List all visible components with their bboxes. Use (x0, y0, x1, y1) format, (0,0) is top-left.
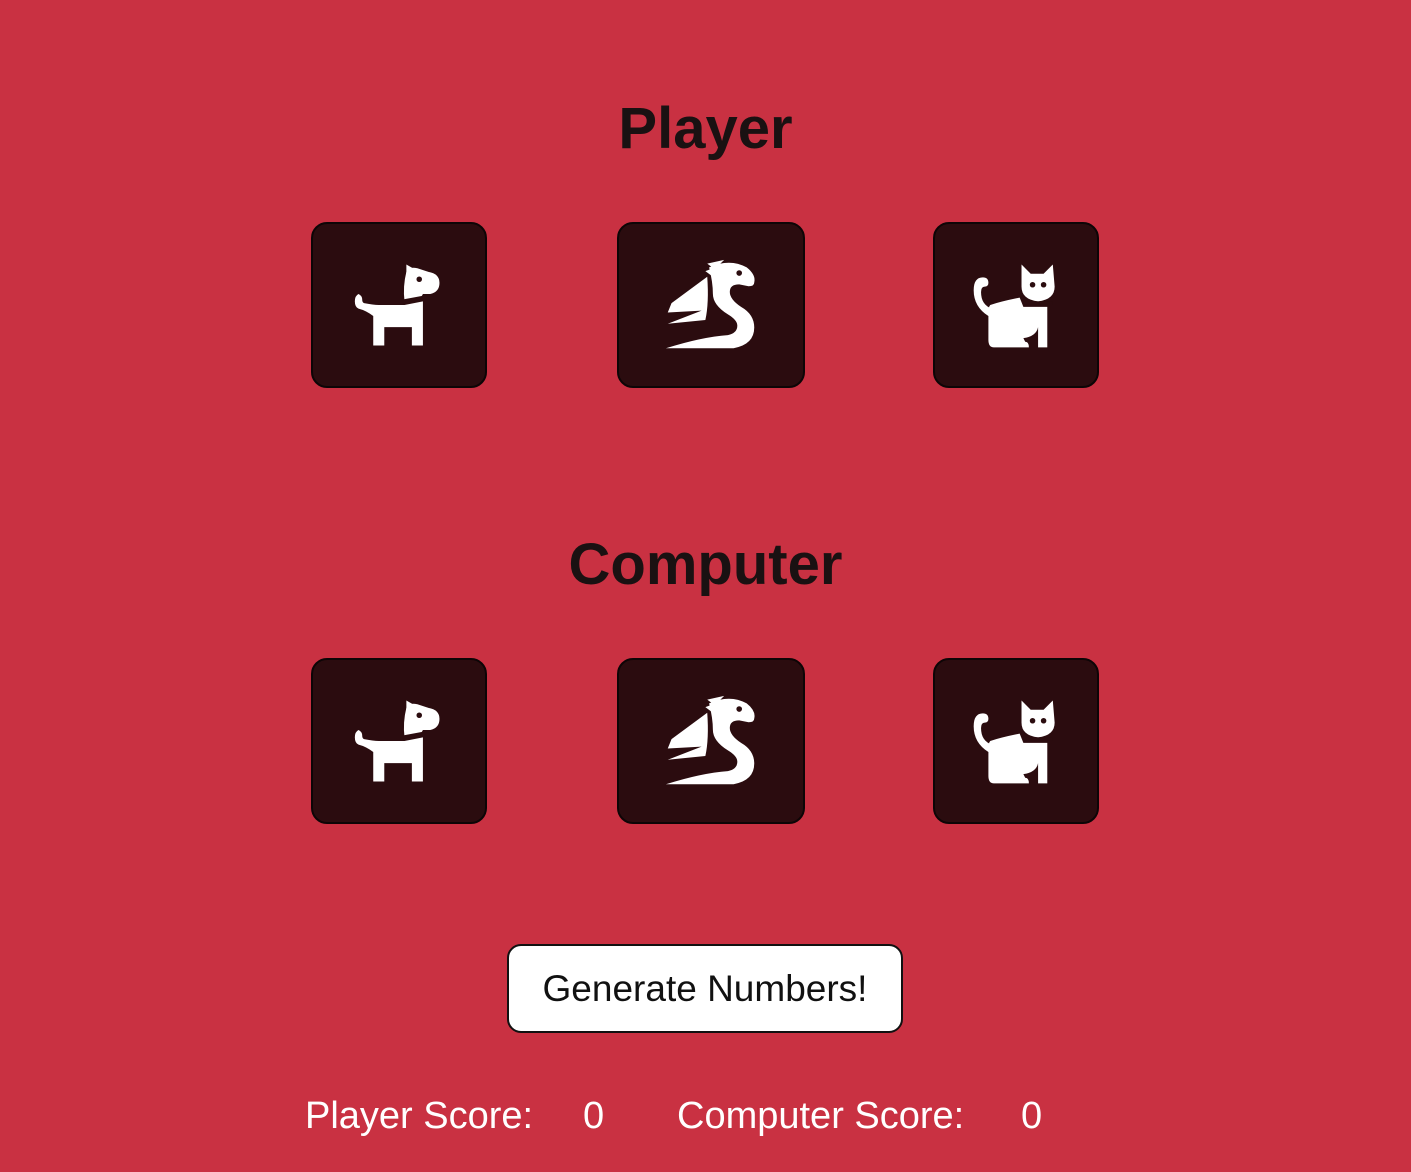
computer-heading: Computer (568, 532, 843, 597)
player-heading: Player (618, 96, 793, 161)
generate-numbers-button[interactable]: Generate Numbers! (507, 944, 903, 1033)
computer-score-value: 0 (1021, 1095, 1043, 1137)
computer-dog-card[interactable] (311, 658, 487, 824)
player-score-label: Player Score: (305, 1095, 534, 1137)
player-cat-card[interactable] (933, 222, 1099, 388)
computer-cat-card[interactable] (933, 658, 1099, 824)
computer-dragon-card[interactable] (617, 658, 805, 824)
player-score-value: 0 (583, 1095, 605, 1137)
dragon-icon (653, 694, 769, 788)
cat-icon (970, 695, 1062, 787)
player-dog-card[interactable] (311, 222, 487, 388)
dog-icon (353, 695, 445, 787)
cat-icon (970, 259, 1062, 351)
dragon-icon (653, 258, 769, 352)
computer-score-label: Computer Score: (677, 1095, 965, 1137)
player-dragon-card[interactable] (617, 222, 805, 388)
dog-icon (353, 259, 445, 351)
